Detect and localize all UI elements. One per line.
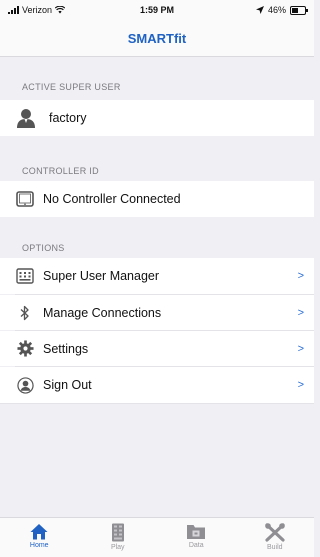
option-manage-connections[interactable]: Manage Connections > (0, 295, 314, 330)
battery-group: 46% (255, 5, 308, 15)
page-title: SMARTfit (127, 31, 187, 46)
active-user-row[interactable]: factory (0, 100, 314, 136)
nav-header: SMARTfit (0, 20, 314, 57)
section-bottom-border (0, 403, 314, 404)
home-icon (30, 524, 48, 540)
status-bar: Verizon 1:59 PM 46% (0, 0, 314, 20)
location-arrow-icon (255, 6, 264, 14)
option-sign-out[interactable]: Sign Out > (0, 367, 314, 403)
tab-label: Home (29, 542, 49, 549)
person-icon (16, 108, 36, 128)
section-header-options: OPTIONS (22, 243, 65, 253)
tab-home[interactable]: Home (0, 518, 79, 557)
tab-bar: Home Play Data Build (0, 517, 314, 557)
option-label: Sign Out (43, 378, 92, 392)
controller-row[interactable]: No Controller Connected (0, 181, 314, 217)
bluetooth-icon (15, 305, 35, 321)
chevron-right-icon: > (297, 379, 304, 391)
gear-icon (15, 340, 35, 357)
section-header-controller-id: CONTROLLER ID (22, 166, 99, 176)
battery-percent: 46% (267, 5, 286, 15)
chevron-right-icon: > (297, 270, 304, 282)
person-circle-icon (15, 376, 35, 394)
play-icon (111, 523, 124, 542)
option-label: Super User Manager (43, 269, 160, 283)
active-user-name: factory (49, 111, 87, 125)
keypad-icon (15, 268, 35, 284)
option-settings[interactable]: Settings > (0, 331, 314, 366)
tab-label: Build (266, 544, 283, 551)
section-header-active-super-user: ACTIVE SUPER USER (22, 82, 121, 92)
controller-status: No Controller Connected (43, 192, 181, 206)
tab-label: Data (188, 542, 204, 549)
option-label: Settings (43, 341, 89, 356)
option-super-user-manager[interactable]: Super User Manager > (0, 258, 314, 294)
tab-data[interactable]: Data (157, 518, 236, 557)
chevron-right-icon: > (297, 342, 304, 355)
option-label: Manage Connections (43, 305, 162, 320)
tab-play[interactable]: Play (79, 518, 158, 557)
tools-icon (264, 523, 285, 542)
battery-icon (290, 5, 308, 15)
tablet-icon (15, 191, 35, 207)
chevron-right-icon: > (297, 306, 304, 319)
tab-label: Play (110, 544, 125, 551)
tab-build[interactable]: Build (236, 518, 315, 557)
folder-icon (187, 525, 206, 539)
